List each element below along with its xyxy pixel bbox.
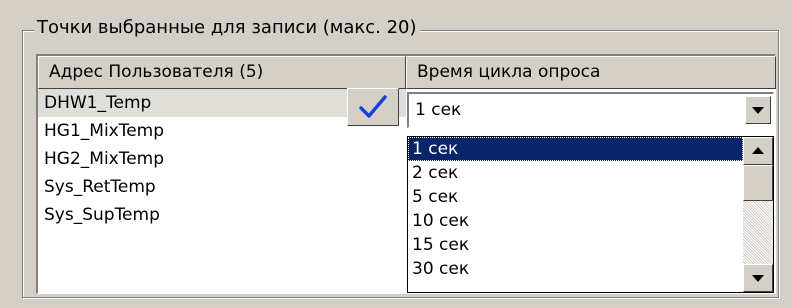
- column-header-poll-interval[interactable]: Время цикла опроса: [406, 56, 776, 89]
- arrow-down-icon: [752, 275, 764, 282]
- dropdown-option[interactable]: 2 сек: [408, 161, 743, 185]
- dropdown-option[interactable]: 10 сек: [408, 209, 743, 233]
- confirm-button[interactable]: [347, 88, 399, 126]
- group-title: Точки выбранные для записи (макс. 20): [34, 16, 420, 40]
- dropdown-option[interactable]: 5 сек: [408, 185, 743, 209]
- dropdown-option[interactable]: 15 сек: [408, 233, 743, 257]
- checkmark-icon: [359, 95, 387, 118]
- poll-interval-dropdown-list[interactable]: 1 сек 2 сек 5 сек 10 сек 15 сек 30 сек: [407, 136, 774, 293]
- dropdown-option[interactable]: 1 сек: [408, 137, 743, 161]
- scroll-up-button[interactable]: [743, 137, 773, 165]
- dropdown-button[interactable]: [745, 96, 771, 124]
- scroll-down-button[interactable]: [743, 264, 773, 292]
- dropdown-option[interactable]: 30 сек: [408, 257, 743, 281]
- chevron-down-icon: [752, 107, 764, 114]
- list-item[interactable]: Sys_RetTemp: [38, 173, 406, 201]
- poll-interval-value: 1 сек: [415, 100, 462, 120]
- list-item[interactable]: Sys_SupTemp: [38, 201, 406, 229]
- scroll-thumb[interactable]: [743, 165, 773, 201]
- list-item[interactable]: HG2_MixTemp: [38, 145, 406, 173]
- poll-interval-select[interactable]: 1 сек: [407, 92, 774, 128]
- arrow-up-icon: [752, 147, 764, 154]
- column-header-address[interactable]: Адрес Пользователя (5): [38, 56, 406, 89]
- dropdown-scrollbar[interactable]: [743, 137, 773, 292]
